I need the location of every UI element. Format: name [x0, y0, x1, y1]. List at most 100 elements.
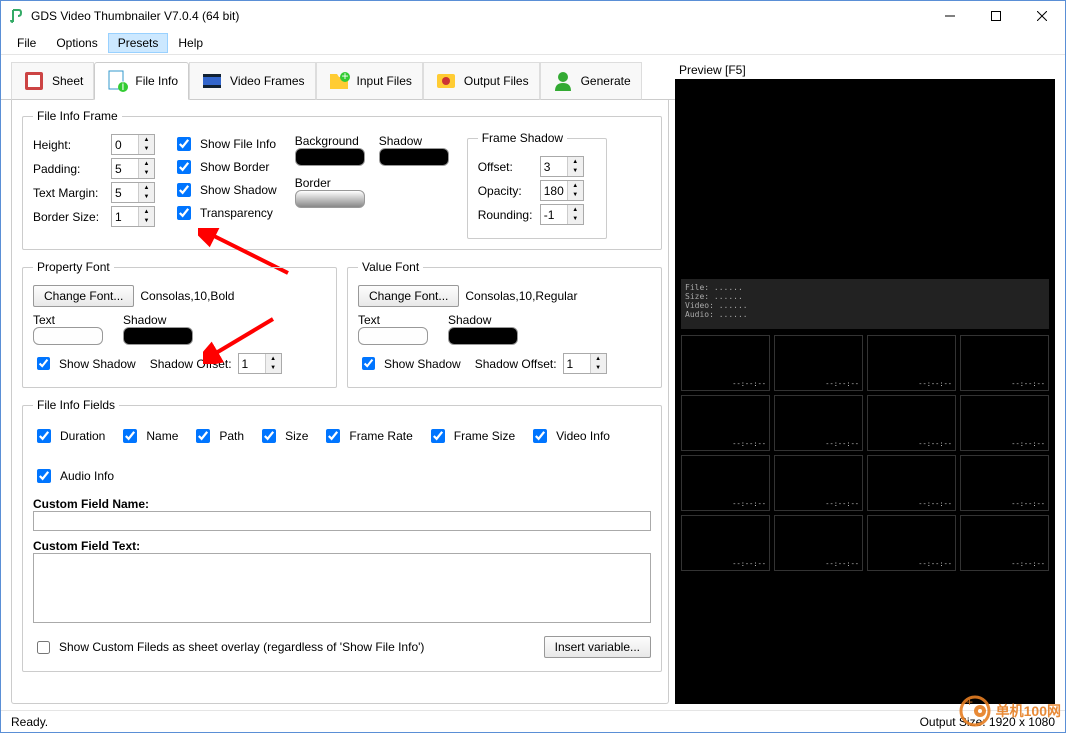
frame-rate-checkbox[interactable] — [326, 429, 340, 443]
preview-thumb — [774, 455, 863, 511]
text-margin-spinner[interactable]: ▲▼ — [111, 182, 155, 203]
preview-info-block: File: ...... Size: ...... Video: ...... … — [681, 279, 1049, 329]
value-change-font-button[interactable]: Change Font... — [358, 285, 459, 307]
shadow-swatch[interactable] — [379, 148, 449, 166]
background-swatch[interactable] — [295, 148, 365, 166]
value-show-shadow-label: Show Shadow — [384, 357, 461, 371]
preview-thumb — [867, 335, 956, 391]
property-shadow-offset-label: Shadow Offset: — [150, 357, 232, 371]
padding-input[interactable] — [112, 159, 138, 178]
show-border-checkbox[interactable] — [177, 160, 191, 174]
preview-thumb — [774, 335, 863, 391]
tabs: Sheet i File Info Video Frames + Input F… — [1, 55, 675, 100]
value-shadow-swatch[interactable] — [448, 327, 518, 345]
preview-thumb — [681, 395, 770, 451]
show-shadow-checkbox[interactable] — [177, 183, 191, 197]
opacity-input[interactable] — [541, 181, 567, 200]
tab-file-info[interactable]: i File Info — [94, 62, 189, 100]
preview-thumb — [867, 515, 956, 571]
tab-input-files[interactable]: + Input Files — [316, 62, 423, 100]
opacity-spinner[interactable]: ▲▼ — [540, 180, 584, 201]
video-info-label: Video Info — [556, 429, 610, 443]
sheet-icon — [22, 69, 46, 93]
close-button[interactable] — [1019, 1, 1065, 31]
offset-input[interactable] — [541, 157, 567, 176]
custom-name-input[interactable] — [33, 511, 651, 531]
status-output-size: Output Size: 1920 x 1080 — [920, 715, 1055, 729]
property-font-legend: Property Font — [33, 260, 114, 274]
padding-spinner[interactable]: ▲▼ — [111, 158, 155, 179]
menu-presets[interactable]: Presets — [108, 33, 169, 53]
border-swatch[interactable] — [295, 190, 365, 208]
path-checkbox[interactable] — [196, 429, 210, 443]
custom-text-label: Custom Field Text: — [33, 539, 140, 553]
tab-output-files[interactable]: Output Files — [423, 62, 540, 100]
size-checkbox[interactable] — [262, 429, 276, 443]
video-info-checkbox[interactable] — [533, 429, 547, 443]
height-spinner[interactable]: ▲▼ — [111, 134, 155, 155]
frame-size-label: Frame Size — [454, 429, 515, 443]
border-size-spinner[interactable]: ▲▼ — [111, 206, 155, 227]
property-text-swatch[interactable] — [33, 327, 103, 345]
frame-size-checkbox[interactable] — [431, 429, 445, 443]
rounding-input[interactable] — [541, 205, 567, 224]
preview-thumb — [681, 335, 770, 391]
audio-info-checkbox[interactable] — [37, 469, 51, 483]
property-shadow-offset-input[interactable] — [239, 354, 265, 373]
shadow-label: Shadow — [379, 134, 449, 148]
property-shadow-swatch[interactable] — [123, 327, 193, 345]
value-shadow-offset-spinner[interactable]: ▲▼ — [563, 353, 607, 374]
video-frames-icon — [200, 69, 224, 93]
preview-label: Preview [F5] — [675, 61, 1055, 79]
transparency-label: Transparency — [200, 206, 273, 220]
value-shadow-label: Shadow — [448, 313, 518, 327]
output-files-icon — [434, 69, 458, 93]
preview-thumb — [774, 515, 863, 571]
rounding-label: Rounding: — [478, 208, 534, 222]
insert-variable-button[interactable]: Insert variable... — [544, 636, 651, 658]
padding-label: Padding: — [33, 162, 105, 176]
opacity-label: Opacity: — [478, 184, 534, 198]
height-input[interactable] — [112, 135, 138, 154]
property-show-shadow-checkbox[interactable] — [37, 357, 50, 370]
preview-thumbnail-grid — [681, 335, 1049, 571]
maximize-button[interactable] — [973, 1, 1019, 31]
file-info-icon: i — [105, 69, 129, 93]
property-show-shadow-label: Show Shadow — [59, 357, 136, 371]
preview-area[interactable]: File: ...... Size: ...... Video: ...... … — [675, 79, 1055, 704]
titlebar: GDS Video Thumbnailer V7.0.4 (64 bit) — [1, 1, 1065, 31]
transparency-checkbox[interactable] — [177, 206, 191, 220]
property-change-font-button[interactable]: Change Font... — [33, 285, 134, 307]
app-icon — [9, 8, 25, 24]
tab-video-frames[interactable]: Video Frames — [189, 62, 315, 100]
offset-spinner[interactable]: ▲▼ — [540, 156, 584, 177]
menu-options[interactable]: Options — [46, 33, 107, 53]
rounding-spinner[interactable]: ▲▼ — [540, 204, 584, 225]
property-shadow-offset-spinner[interactable]: ▲▼ — [238, 353, 282, 374]
overlay-checkbox[interactable] — [37, 641, 50, 654]
text-margin-input[interactable] — [112, 183, 138, 202]
height-label: Height: — [33, 138, 105, 152]
tab-sheet-label: Sheet — [52, 74, 83, 88]
name-checkbox[interactable] — [123, 429, 137, 443]
preview-thumb — [681, 455, 770, 511]
value-text-swatch[interactable] — [358, 327, 428, 345]
value-show-shadow-checkbox[interactable] — [362, 357, 375, 370]
show-file-info-checkbox[interactable] — [177, 137, 191, 151]
file-info-fields-legend: File Info Fields — [33, 398, 119, 412]
value-shadow-offset-input[interactable] — [564, 354, 590, 373]
file-info-frame-legend: File Info Frame — [33, 109, 122, 123]
value-font-group: Value Font Change Font... Consolas,10,Re… — [347, 260, 662, 388]
menu-file[interactable]: File — [7, 33, 46, 53]
statusbar: Ready. Output Size: 1920 x 1080 — [1, 710, 1065, 732]
window-title: GDS Video Thumbnailer V7.0.4 (64 bit) — [31, 9, 927, 23]
menu-help[interactable]: Help — [168, 33, 213, 53]
tab-generate[interactable]: Generate — [540, 62, 642, 100]
size-label: Size — [285, 429, 308, 443]
value-font-legend: Value Font — [358, 260, 423, 274]
border-size-input[interactable] — [112, 207, 138, 226]
custom-text-input[interactable] — [33, 553, 651, 623]
duration-checkbox[interactable] — [37, 429, 51, 443]
minimize-button[interactable] — [927, 1, 973, 31]
tab-sheet[interactable]: Sheet — [11, 62, 94, 100]
